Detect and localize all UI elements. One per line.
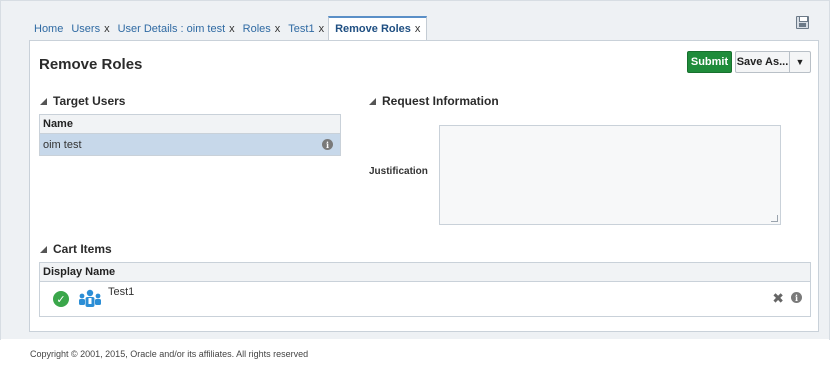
tab-user-details[interactable]: User Details : oim test x bbox=[114, 18, 239, 40]
save-as-button[interactable]: Save As... bbox=[735, 51, 790, 73]
close-icon[interactable]: x bbox=[415, 23, 421, 35]
collapse-triangle-icon bbox=[40, 97, 47, 105]
section-title: Target Users bbox=[53, 94, 126, 108]
save-icon[interactable] bbox=[796, 16, 809, 29]
tab-label: Roles bbox=[242, 23, 271, 35]
collapse-triangle-icon bbox=[369, 97, 376, 105]
column-header-display-name[interactable]: Display Name bbox=[40, 263, 810, 282]
close-icon[interactable]: x bbox=[275, 23, 281, 35]
tab-roles[interactable]: Roles x bbox=[239, 18, 285, 40]
target-users-table: Name oim test i bbox=[39, 114, 341, 156]
justification-textarea[interactable] bbox=[439, 125, 781, 225]
copyright-text: Copyright © 2001, 2015, Oracle and/or it… bbox=[30, 349, 309, 359]
user-name-cell: oim test bbox=[43, 138, 82, 151]
close-icon[interactable]: x bbox=[104, 23, 110, 35]
target-users-section-header[interactable]: Target Users bbox=[40, 94, 125, 108]
tab-label: User Details : oim test bbox=[117, 23, 226, 35]
table-row[interactable]: ✓ Test1 ✖ i bbox=[40, 282, 810, 316]
close-icon[interactable]: x bbox=[229, 23, 235, 35]
remove-roles-panel: Remove Roles Submit Save As... ▼ Target … bbox=[29, 40, 819, 332]
request-information-section-header[interactable]: Request Information bbox=[369, 94, 499, 108]
role-name-cell: Test1 bbox=[108, 286, 135, 298]
tab-remove-roles[interactable]: Remove Roles x bbox=[328, 16, 428, 40]
tab-label: Users bbox=[71, 23, 101, 35]
section-title: Cart Items bbox=[53, 242, 112, 256]
tab-test1[interactable]: Test1 x bbox=[284, 18, 328, 40]
close-icon[interactable]: x bbox=[319, 23, 325, 35]
tab-bar: Home Users x User Details : oim test x R… bbox=[30, 16, 790, 40]
chevron-down-icon: ▼ bbox=[795, 57, 805, 67]
collapse-triangle-icon bbox=[40, 245, 47, 253]
info-icon[interactable]: i bbox=[322, 139, 333, 150]
save-as-dropdown-button[interactable]: ▼ bbox=[789, 51, 811, 73]
success-check-icon: ✓ bbox=[53, 291, 69, 307]
tab-label: Remove Roles bbox=[335, 23, 411, 35]
cart-items-table: Display Name ✓ Test1 ✖ i bbox=[39, 262, 811, 317]
resize-grip-icon[interactable] bbox=[771, 215, 778, 222]
role-group-icon bbox=[79, 289, 101, 307]
submit-button[interactable]: Submit bbox=[687, 51, 732, 73]
justification-label: Justification bbox=[369, 166, 428, 177]
tab-home[interactable]: Home bbox=[30, 18, 67, 40]
info-icon[interactable]: i bbox=[791, 292, 802, 303]
tab-label: Home bbox=[34, 23, 64, 35]
tab-label: Test1 bbox=[288, 23, 315, 35]
cart-items-section-header[interactable]: Cart Items bbox=[40, 242, 112, 256]
table-row[interactable]: oim test i bbox=[40, 134, 340, 155]
section-title: Request Information bbox=[382, 94, 499, 108]
tab-users[interactable]: Users x bbox=[67, 18, 113, 40]
remove-icon[interactable]: ✖ bbox=[772, 290, 784, 307]
column-header-name[interactable]: Name bbox=[40, 115, 340, 134]
page-title: Remove Roles bbox=[39, 56, 143, 73]
